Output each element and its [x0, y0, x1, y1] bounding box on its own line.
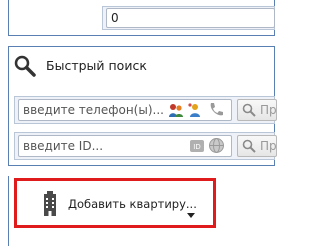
top-counter-field[interactable]: 0 [106, 8, 275, 28]
quick-search-title: Быстрый поиск [46, 58, 147, 73]
search-icon [14, 55, 36, 77]
globe-icon[interactable] [208, 137, 225, 154]
search-small-icon [242, 103, 256, 117]
svg-text:ID: ID [193, 143, 200, 151]
contacts-icon[interactable] [187, 102, 203, 118]
people-icon[interactable] [168, 102, 184, 118]
id-search-button[interactable]: Пр [237, 135, 277, 157]
phone-search-button[interactable]: Пр [237, 99, 277, 121]
phone-icon[interactable] [207, 101, 225, 119]
bottom-panel [8, 176, 275, 246]
quick-search-header: Быстрый поиск [12, 55, 152, 77]
id-icon[interactable]: ID [189, 138, 205, 154]
phone-search-button-label: Пр [260, 103, 277, 117]
search-small-icon [242, 139, 256, 153]
id-search-button-label: Пр [260, 139, 277, 153]
